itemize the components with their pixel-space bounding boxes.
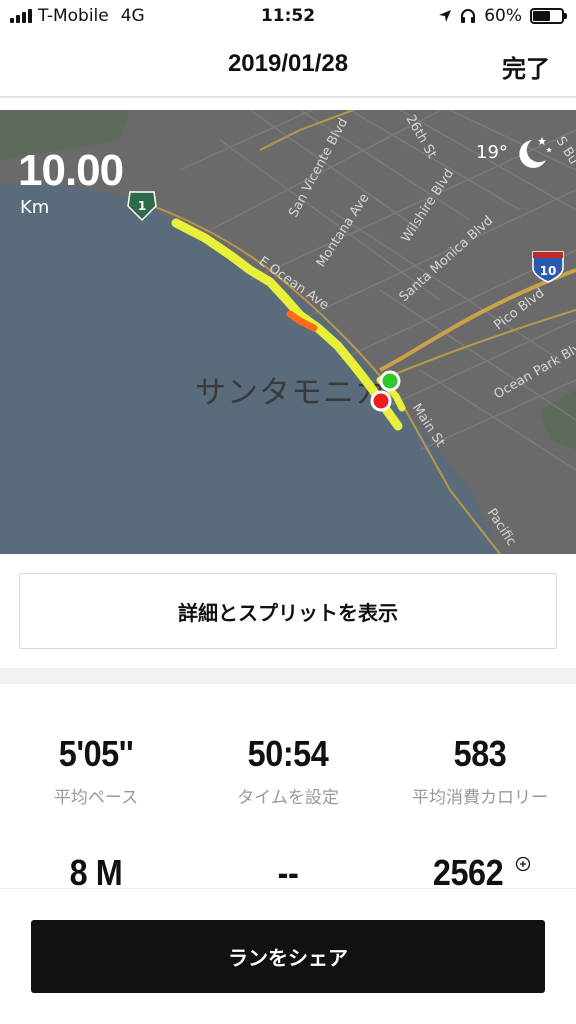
- stat-value: 583: [453, 733, 507, 774]
- stat-value: 50:54: [247, 733, 329, 774]
- battery-percent: 60%: [484, 6, 522, 26]
- status-right: 60%: [438, 6, 567, 26]
- battery-icon: [530, 8, 567, 24]
- start-marker: [379, 370, 401, 392]
- stat-avg-pace: 5'05'' 平均ペース: [0, 733, 192, 808]
- done-button[interactable]: 完了: [502, 49, 550, 84]
- share-run-button[interactable]: ランをシェア: [31, 920, 545, 993]
- stat-label: タイムを設定: [237, 788, 339, 808]
- stat-label: 平均消費カロリー: [412, 788, 548, 808]
- status-bar: T-Mobile 4G 11:52 60%: [0, 0, 576, 34]
- moon-stars-icon: [519, 137, 552, 168]
- end-marker: [370, 390, 392, 412]
- nav-header: 2019/01/28 完了: [0, 34, 576, 98]
- stat-time: 50:54 タイムを設定: [192, 733, 384, 808]
- headphones-icon: [461, 9, 476, 23]
- page-title: 2019/01/28: [227, 50, 349, 77]
- stat-value: 5'05'': [58, 733, 134, 774]
- distance-value: 10.00: [18, 146, 124, 195]
- section-divider: [0, 668, 576, 684]
- location-arrow-icon: [439, 10, 452, 22]
- svg-text:1: 1: [138, 199, 146, 213]
- distance-unit: Km: [20, 197, 50, 218]
- stat-label: 平均ペース: [53, 788, 139, 808]
- view-details-splits-button[interactable]: 詳細とスプリットを表示: [19, 573, 557, 649]
- temperature: 19°: [476, 141, 508, 163]
- info-plus-icon[interactable]: [515, 856, 531, 872]
- weather-info: 19°: [476, 134, 554, 170]
- stat-calories: 583 平均消費カロリー: [384, 733, 576, 808]
- area-label: サンタモニカ: [195, 375, 387, 411]
- svg-text:10: 10: [540, 264, 557, 278]
